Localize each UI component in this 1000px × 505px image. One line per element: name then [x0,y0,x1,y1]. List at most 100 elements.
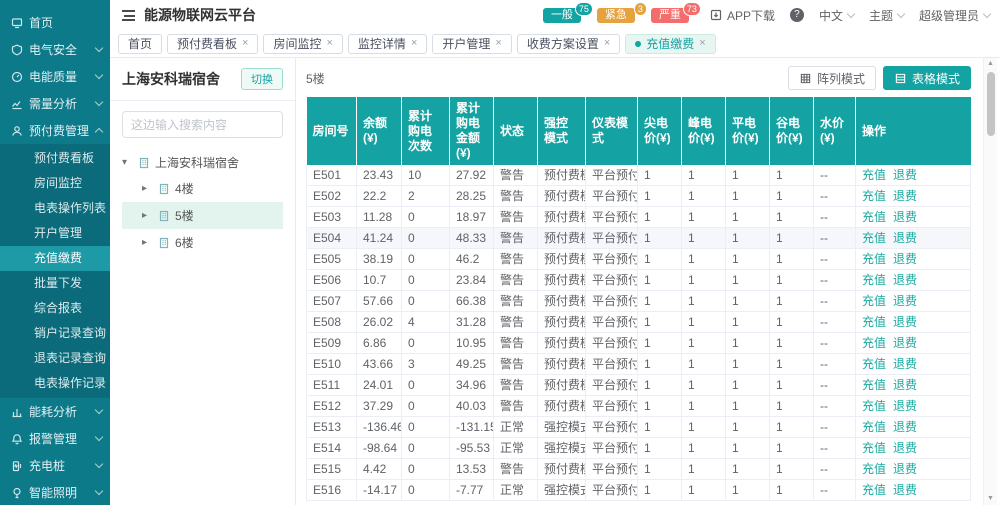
recharge-link[interactable]: 充值 [862,168,886,182]
recharge-link[interactable]: 充值 [862,231,886,245]
refund-link[interactable]: 退费 [893,336,917,350]
refund-link[interactable]: 退费 [893,357,917,371]
refund-link[interactable]: 退费 [893,231,917,245]
refund-link[interactable]: 退费 [893,252,917,266]
vertical-scrollbar[interactable]: ▲ ▼ [983,58,997,505]
tab-开户管理[interactable]: 开户管理× [432,34,511,54]
switch-button[interactable]: 切换 [241,68,283,90]
recharge-link[interactable]: 充值 [862,483,886,497]
close-tab-icon[interactable]: × [495,38,501,49]
recharge-link[interactable]: 充值 [862,441,886,455]
sidebar-subitem-房间监控[interactable]: 房间监控 [0,171,110,196]
scrollbar-thumb[interactable] [987,72,995,136]
recharge-link[interactable]: 充值 [862,420,886,434]
sidebar-subitem-综合报表[interactable]: 综合报表 [0,296,110,321]
app-download-button[interactable]: APP下载 [710,7,775,24]
sidebar-subitem-电表操作列表[interactable]: 电表操作列表 [0,196,110,221]
sidebar-item-智能照明[interactable]: 智能照明 [0,479,110,505]
sidebar-item-充电桩[interactable]: 充电桩 [0,452,110,479]
tab-预付费看板[interactable]: 预付费看板× [167,34,258,54]
recharge-link[interactable]: 充值 [862,315,886,329]
chevron-down-icon [95,44,103,52]
tree-node-6楼[interactable]: ▸6楼 [122,229,283,256]
cell: 预付费模式 [538,165,586,186]
refund-link[interactable]: 退费 [893,378,917,392]
表格模式-button[interactable]: 表格模式 [883,66,971,90]
sidebar-item-报警管理[interactable]: 报警管理 [0,425,110,452]
recharge-link[interactable]: 充值 [862,294,886,308]
cell: 警告 [494,291,538,312]
sidebar-item-预付费管理[interactable]: 预付费管理 [0,117,110,144]
sidebar-subitem-退表记录查询[interactable]: 退表记录查询 [0,346,110,371]
recharge-link[interactable]: 充值 [862,189,886,203]
sidebar-subitem-预付费看板[interactable]: 预付费看板 [0,146,110,171]
tab-充值缴费[interactable]: 充值缴费× [625,34,715,54]
sidebar-item-label: 报警管理 [29,430,90,447]
sidebar-subitem-充值缴费[interactable]: 充值缴费 [0,246,110,271]
refund-link[interactable]: 退费 [893,399,917,413]
alarm-badge-紧急[interactable]: 紧急3 [597,8,635,23]
sidebar-subitem-开户管理[interactable]: 开户管理 [0,221,110,246]
tree-node-4楼[interactable]: ▸4楼 [122,175,283,202]
sidebar-item-电能质量[interactable]: 电能质量 [0,63,110,90]
sidebar-item-需量分析[interactable]: 需量分析 [0,90,110,117]
sidebar-item-能耗分析[interactable]: 能耗分析 [0,398,110,425]
chevron-down-icon [95,71,103,79]
badge-count: 3 [634,2,647,16]
recharge-link[interactable]: 充值 [862,462,886,476]
cell: 1 [638,228,682,249]
sidebar-subitem-电表操作记录[interactable]: 电表操作记录 [0,371,110,396]
close-tab-icon[interactable]: × [604,38,610,49]
recharge-link[interactable]: 充值 [862,357,886,371]
help-icon[interactable]: ? [790,8,804,22]
close-tab-icon[interactable]: × [411,38,417,49]
refund-link[interactable]: 退费 [893,294,917,308]
recharge-link[interactable]: 充值 [862,210,886,224]
column-header-峰电价(¥): 峰电价(¥) [682,97,726,165]
refund-link[interactable]: 退费 [893,189,917,203]
recharge-link[interactable]: 充值 [862,336,886,350]
recharge-link[interactable]: 充值 [862,252,886,266]
refund-link[interactable]: 退费 [893,462,917,476]
alarm-badge-严重[interactable]: 严重73 [651,8,689,23]
theme-dropdown[interactable]: 主题 [869,7,904,24]
user-dropdown[interactable]: 超级管理员 [919,7,990,24]
cell: -- [814,480,856,501]
alarm-badge-一般[interactable]: 一般75 [543,8,581,23]
language-dropdown[interactable]: 中文 [819,7,854,24]
tab-收费方案设置[interactable]: 收费方案设置× [517,34,620,54]
tree-node-5楼[interactable]: ▸5楼 [122,202,283,229]
column-header-累计购电次数: 累计购电次数 [402,97,450,165]
recharge-link[interactable]: 充值 [862,399,886,413]
close-tab-icon[interactable]: × [699,38,705,49]
tab-首页[interactable]: 首页 [118,34,162,54]
refund-link[interactable]: 退费 [893,273,917,287]
tree-children: ▸4楼▸5楼▸6楼 [122,175,283,256]
recharge-link[interactable]: 充值 [862,378,886,392]
cell: -98.64 [357,438,402,459]
close-tab-icon[interactable]: × [326,38,332,49]
recharge-link[interactable]: 充值 [862,273,886,287]
close-tab-icon[interactable]: × [242,38,248,49]
refund-link[interactable]: 退费 [893,315,917,329]
scroll-up-icon[interactable]: ▲ [984,58,997,70]
cell: 34.96 [450,375,494,396]
sidebar-subitem-批量下发[interactable]: 批量下发 [0,271,110,296]
actions-cell: 充值退费 [856,333,971,354]
refund-link[interactable]: 退费 [893,441,917,455]
refund-link[interactable]: 退费 [893,168,917,182]
sidebar-item-首页[interactable]: 首页 [0,9,110,36]
cell: 预付费模式 [538,249,586,270]
refund-link[interactable]: 退费 [893,483,917,497]
refund-link[interactable]: 退费 [893,420,917,434]
tree-root-node[interactable]: ▾上海安科瑞宿舍 [122,150,283,175]
menu-collapse-icon[interactable] [122,10,135,21]
sidebar-subitem-销户记录查询[interactable]: 销户记录查询 [0,321,110,346]
refund-link[interactable]: 退费 [893,210,917,224]
tree-search-input[interactable] [122,111,283,138]
tab-监控详情[interactable]: 监控详情× [348,34,427,54]
sidebar-item-电气安全[interactable]: 电气安全 [0,36,110,63]
阵列模式-button[interactable]: 阵列模式 [788,66,876,90]
tab-房间监控[interactable]: 房间监控× [263,34,342,54]
scroll-down-icon[interactable]: ▼ [984,493,997,505]
